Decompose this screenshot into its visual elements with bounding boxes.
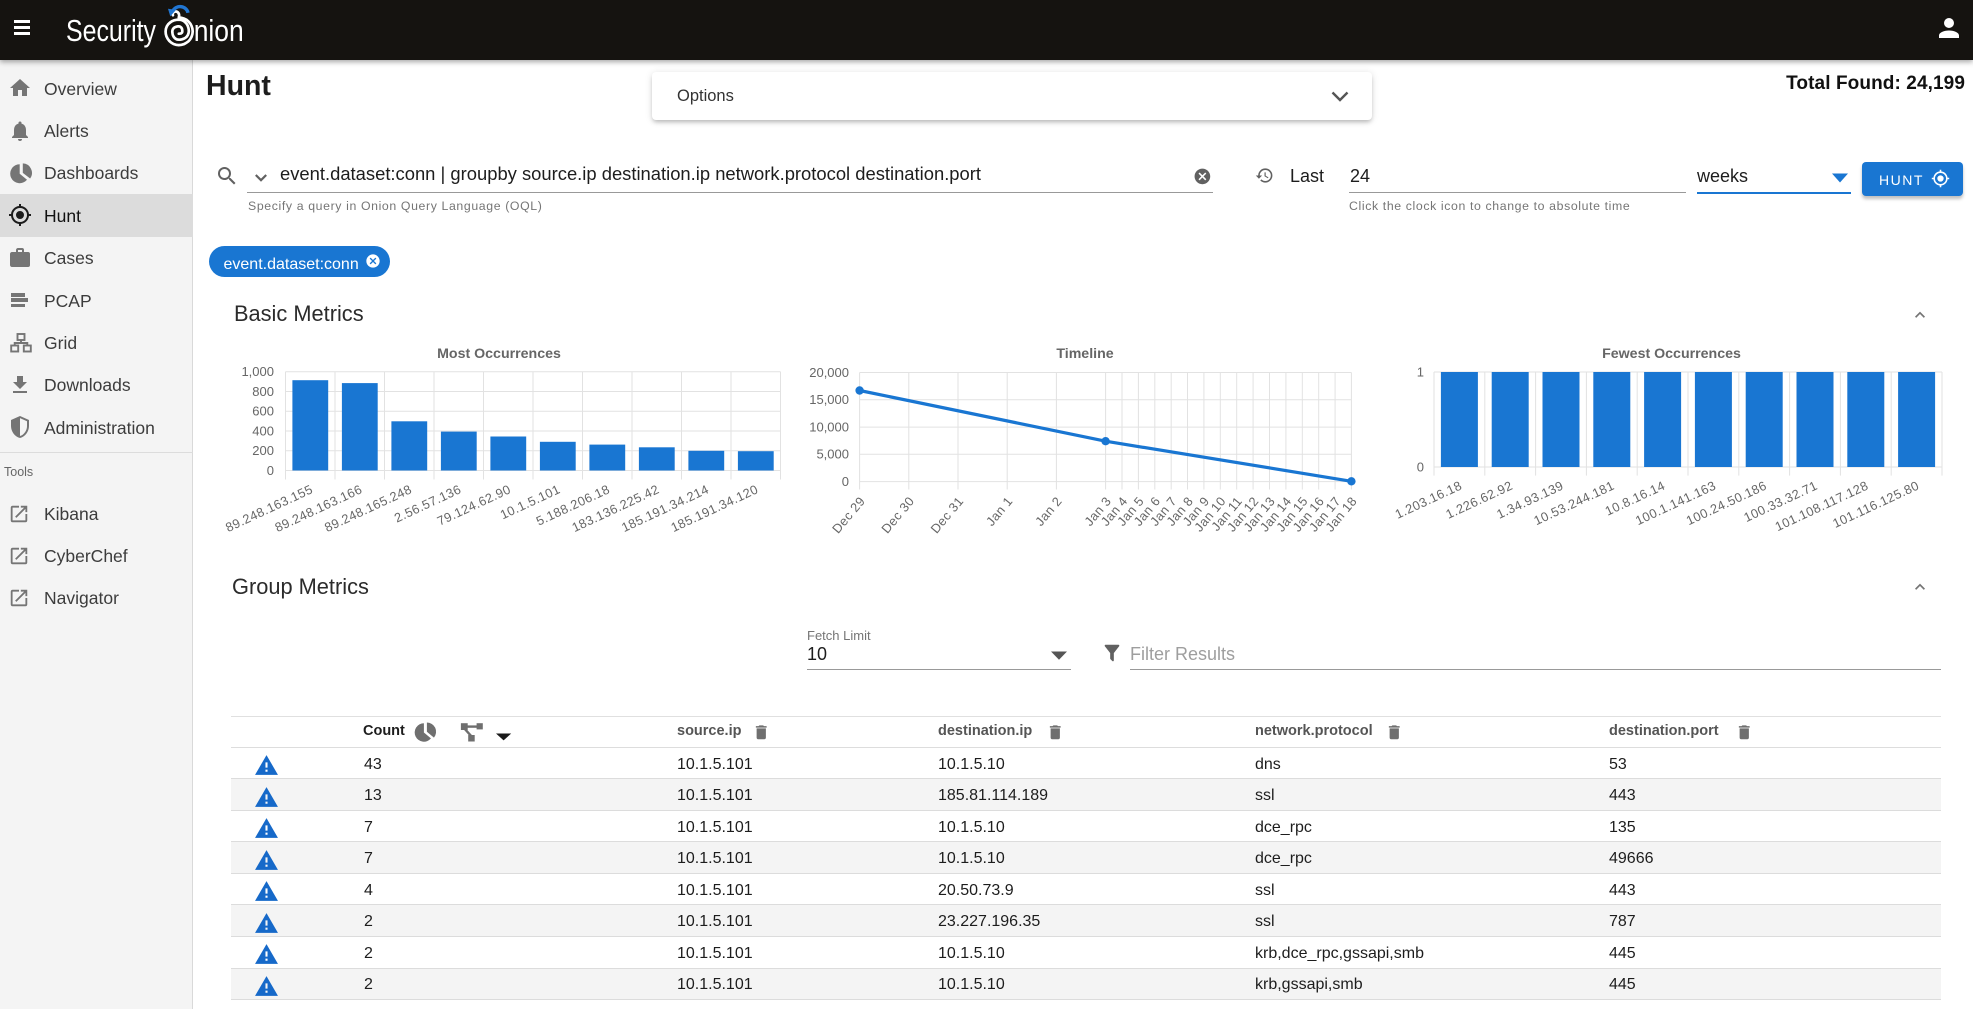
svg-text:0: 0 bbox=[842, 474, 849, 489]
svg-text:Jan 2: Jan 2 bbox=[1032, 494, 1065, 529]
svg-text:Fewest Occurrences: Fewest Occurrences bbox=[1602, 346, 1741, 362]
svg-text:Jan 1: Jan 1 bbox=[983, 494, 1016, 529]
svg-text:400: 400 bbox=[252, 423, 274, 438]
svg-text:800: 800 bbox=[252, 384, 274, 399]
svg-text:Timeline: Timeline bbox=[1056, 346, 1113, 362]
svg-text:15,000: 15,000 bbox=[809, 392, 849, 407]
svg-text:Dec 31: Dec 31 bbox=[927, 494, 966, 537]
svg-text:1: 1 bbox=[1417, 364, 1424, 379]
svg-text:0: 0 bbox=[267, 463, 274, 478]
svg-text:1,000: 1,000 bbox=[241, 364, 274, 379]
svg-text:Dec 29: Dec 29 bbox=[829, 494, 868, 537]
svg-text:Dec 30: Dec 30 bbox=[878, 494, 917, 537]
svg-text:20,000: 20,000 bbox=[809, 365, 849, 380]
svg-text:Security: Security bbox=[66, 14, 157, 48]
svg-text:200: 200 bbox=[252, 443, 274, 458]
svg-text:Most Occurrences: Most Occurrences bbox=[437, 346, 561, 362]
svg-text:0: 0 bbox=[1417, 459, 1424, 474]
svg-text:101.116.125.80: 101.116.125.80 bbox=[1830, 478, 1921, 531]
svg-text:5,000: 5,000 bbox=[816, 447, 849, 462]
svg-text:10,000: 10,000 bbox=[809, 419, 849, 434]
svg-text:nion: nion bbox=[194, 14, 244, 48]
svg-text:600: 600 bbox=[252, 404, 274, 419]
